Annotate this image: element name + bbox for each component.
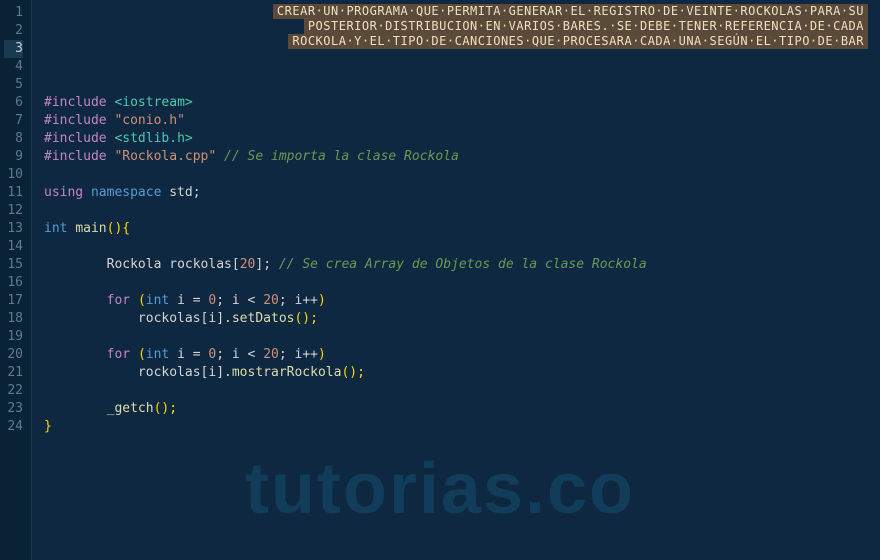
code-line[interactable]: rockolas[i].setDatos(); [44,310,880,328]
line-number[interactable]: 2 [4,22,23,40]
banner-line-2: POSTERIOR·DISTRIBUCION·EN·VARIOS·BARES.·… [304,19,868,34]
code-line[interactable] [44,328,880,346]
line-number[interactable]: 19 [4,328,23,346]
line-number[interactable]: 1 [4,4,23,22]
line-number[interactable]: 7 [4,112,23,130]
code-line[interactable]: #include <iostream> [44,94,880,112]
banner-line-3: ROCKOLA·Y·EL·TIPO·DE·CANCIONES·QUE·PROCE… [288,34,868,49]
code-line[interactable] [44,76,880,94]
code-line[interactable] [44,274,880,292]
line-number[interactable]: 24 [4,418,23,436]
line-number[interactable]: 16 [4,274,23,292]
line-number[interactable]: 21 [4,364,23,382]
code-area[interactable]: CREAR·UN·PROGRAMA·QUE·PERMITA·GENERAR·EL… [32,0,880,560]
banner-line-1: CREAR·UN·PROGRAMA·QUE·PERMITA·GENERAR·EL… [273,4,868,19]
code-line[interactable]: #include "Rockola.cpp" // Se importa la … [44,148,880,166]
line-number[interactable]: 9 [4,148,23,166]
code-editor: 123456789101112131415161718192021222324 … [0,0,880,560]
line-number[interactable]: 11 [4,184,23,202]
code-line[interactable] [44,202,880,220]
code-line[interactable]: for (int i = 0; i < 20; i++) [44,346,880,364]
line-number[interactable]: 4 [4,58,23,76]
code-line[interactable]: for (int i = 0; i < 20; i++) [44,292,880,310]
line-number[interactable]: 8 [4,130,23,148]
line-number[interactable]: 23 [4,400,23,418]
line-number[interactable]: 22 [4,382,23,400]
code-line[interactable]: using namespace std; [44,184,880,202]
line-number[interactable]: 17 [4,292,23,310]
line-number[interactable]: 18 [4,310,23,328]
code-line[interactable] [44,238,880,256]
code-line[interactable] [44,166,880,184]
code-line[interactable] [44,58,880,76]
code-line[interactable]: #include "conio.h" [44,112,880,130]
line-number[interactable]: 10 [4,166,23,184]
line-number[interactable]: 6 [4,94,23,112]
code-line[interactable]: rockolas[i].mostrarRockola(); [44,364,880,382]
line-number[interactable]: 20 [4,346,23,364]
line-number[interactable]: 14 [4,238,23,256]
line-number[interactable]: 15 [4,256,23,274]
code-line[interactable]: } [44,418,880,436]
line-number[interactable]: 3 [4,40,23,58]
code-line[interactable]: #include <stdlib.h> [44,130,880,148]
banner-block: CREAR·UN·PROGRAMA·QUE·PERMITA·GENERAR·EL… [273,4,868,49]
line-number[interactable]: 5 [4,76,23,94]
code-line[interactable]: Rockola rockolas[20]; // Se crea Array d… [44,256,880,274]
line-gutter: 123456789101112131415161718192021222324 [0,0,32,560]
code-line[interactable]: _getch(); [44,400,880,418]
line-number[interactable]: 12 [4,202,23,220]
code-line[interactable] [44,382,880,400]
line-number[interactable]: 13 [4,220,23,238]
code-line[interactable]: int main(){ [44,220,880,238]
